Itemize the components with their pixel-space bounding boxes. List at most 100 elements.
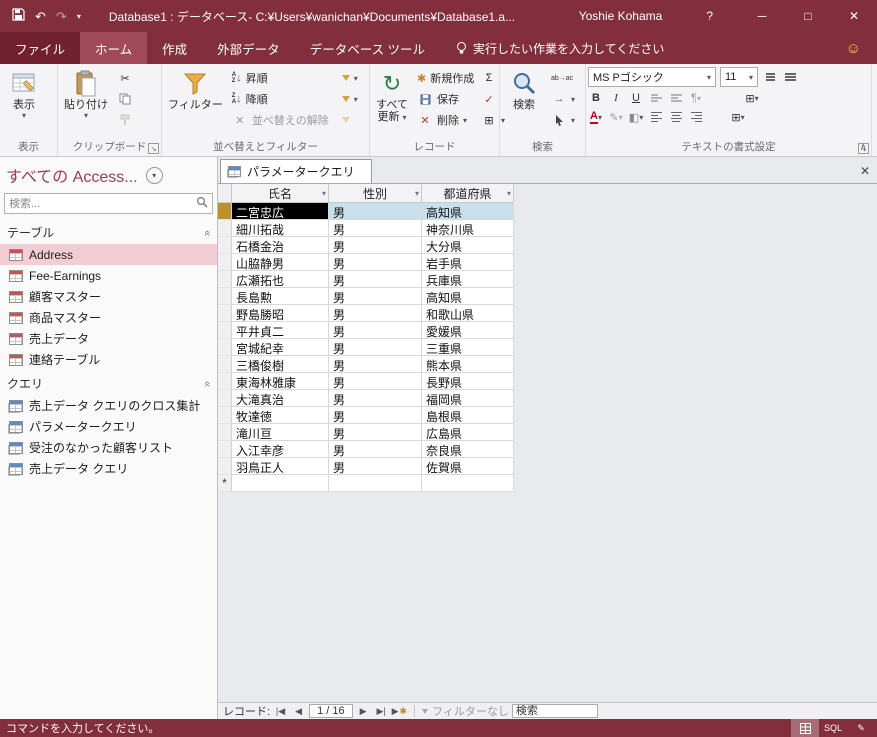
table-cell[interactable]: 大分県 bbox=[422, 237, 514, 254]
table-cell[interactable]: 兵庫県 bbox=[422, 271, 514, 288]
account-name[interactable]: Yoshie Kohama bbox=[579, 9, 663, 23]
tab-db-tools[interactable]: データベース ツール bbox=[295, 32, 440, 64]
help-icon[interactable]: ? bbox=[706, 9, 713, 23]
table-cell[interactable]: 男 bbox=[329, 441, 422, 458]
table-cell[interactable]: 男 bbox=[329, 424, 422, 441]
sidebar-item[interactable]: 売上データ bbox=[0, 328, 217, 349]
record-selector[interactable] bbox=[218, 339, 232, 356]
filter-status-button[interactable]: フィルターなし bbox=[422, 703, 509, 719]
table-cell[interactable]: 平井貞二 bbox=[232, 322, 329, 339]
table-cell[interactable]: 広瀬拓也 bbox=[232, 271, 329, 288]
column-filter-icon[interactable]: ▾ bbox=[415, 189, 419, 198]
tab-file[interactable]: ファイル bbox=[0, 32, 81, 64]
align-center-button[interactable] bbox=[668, 109, 684, 125]
remove-sort-button[interactable]: ✕ 並べ替えの解除 bbox=[229, 110, 337, 130]
sort-ascending-button[interactable]: A Z ↓ 昇順 bbox=[229, 68, 337, 88]
save-icon[interactable] bbox=[12, 8, 25, 24]
cut-button[interactable]: ✂ bbox=[114, 68, 136, 88]
table-cell[interactable]: 羽鳥正人 bbox=[232, 458, 329, 475]
increase-indent-button[interactable] bbox=[668, 90, 684, 106]
record-selector[interactable] bbox=[218, 441, 232, 458]
align-right-button[interactable] bbox=[688, 109, 704, 125]
table-cell[interactable]: 男 bbox=[329, 339, 422, 356]
table-cell[interactable]: 神奈川県 bbox=[422, 220, 514, 237]
maximize-button[interactable]: □ bbox=[785, 0, 831, 32]
table-cell[interactable]: 男 bbox=[329, 458, 422, 475]
document-tab-active[interactable]: パラメータークエリ bbox=[220, 159, 372, 183]
sidebar-item[interactable]: パラメータークエリ bbox=[0, 416, 217, 437]
undo-icon[interactable]: ↶ bbox=[35, 10, 46, 23]
tell-me-box[interactable]: 実行したい作業を入力してください bbox=[456, 32, 664, 64]
new-record-selector[interactable]: * bbox=[218, 475, 232, 492]
table-cell[interactable]: 佐賀県 bbox=[422, 458, 514, 475]
record-selector[interactable] bbox=[218, 458, 232, 475]
paste-dropdown-icon[interactable]: ▾ bbox=[84, 111, 88, 120]
first-record-button[interactable]: |◀ bbox=[273, 706, 288, 717]
section-collapse-icon[interactable]: « bbox=[201, 380, 213, 386]
refresh-all-button[interactable]: ↻ すべて 更新 ▾ bbox=[372, 66, 412, 123]
new-blank-record-button[interactable]: ▶ ✱ bbox=[392, 706, 407, 717]
table-cell[interactable]: 二宮忠広 bbox=[232, 203, 329, 220]
background-color-button[interactable]: ◧ ▾ bbox=[628, 109, 644, 125]
qat-customize-icon[interactable]: ▾ bbox=[77, 12, 81, 21]
table-cell[interactable]: 大滝真治 bbox=[232, 390, 329, 407]
find-button[interactable]: 検索 bbox=[502, 66, 546, 111]
table-cell[interactable]: 三橋俊樹 bbox=[232, 356, 329, 373]
table-cell[interactable]: 奈良県 bbox=[422, 441, 514, 458]
replace-button[interactable]: ab→ac bbox=[548, 68, 578, 88]
table-cell[interactable]: 男 bbox=[329, 203, 422, 220]
table-cell[interactable]: 男 bbox=[329, 220, 422, 237]
save-record-button[interactable]: 保存 bbox=[414, 89, 476, 109]
align-left-button[interactable] bbox=[648, 109, 664, 125]
close-button[interactable]: ✕ bbox=[831, 0, 877, 32]
table-cell[interactable]: 男 bbox=[329, 288, 422, 305]
sidebar-item[interactable]: 連絡テーブル bbox=[0, 349, 217, 370]
tab-home[interactable]: ホーム bbox=[80, 32, 148, 64]
record-selector[interactable] bbox=[218, 220, 232, 237]
table-cell[interactable]: 入江幸彦 bbox=[232, 441, 329, 458]
record-selector[interactable] bbox=[218, 322, 232, 339]
sidebar-item[interactable]: 受注のなかった顧客リスト bbox=[0, 437, 217, 458]
table-cell[interactable]: 滝川亘 bbox=[232, 424, 329, 441]
record-selector[interactable] bbox=[218, 390, 232, 407]
table-cell[interactable]: 野島勝昭 bbox=[232, 305, 329, 322]
record-selector[interactable] bbox=[218, 424, 232, 441]
underline-button[interactable]: U bbox=[628, 90, 644, 106]
table-cell[interactable]: 長野県 bbox=[422, 373, 514, 390]
highlight-color-button[interactable]: ✎ ▾ bbox=[608, 109, 624, 125]
section-collapse-icon[interactable]: « bbox=[201, 229, 213, 235]
column-filter-icon[interactable]: ▾ bbox=[507, 189, 511, 198]
table-cell[interactable]: 福岡県 bbox=[422, 390, 514, 407]
table-cell[interactable]: 男 bbox=[329, 322, 422, 339]
record-selector[interactable] bbox=[218, 288, 232, 305]
goto-button[interactable]: → ▾ bbox=[548, 89, 578, 109]
table-cell[interactable]: 高知県 bbox=[422, 203, 514, 220]
record-selector[interactable] bbox=[218, 237, 232, 254]
collapse-ribbon-button[interactable]: ∧ bbox=[860, 142, 867, 153]
clipboard-dialog-launcher[interactable]: ↘ bbox=[148, 143, 159, 154]
column-header[interactable]: 氏名 ▾ bbox=[232, 184, 329, 203]
view-button[interactable]: 表示 ▾ bbox=[2, 66, 46, 120]
tab-create[interactable]: 作成 bbox=[147, 32, 202, 64]
sql-view-button[interactable]: SQL bbox=[819, 719, 847, 737]
select-button[interactable]: ▾ bbox=[548, 110, 578, 130]
minimize-button[interactable]: ─ bbox=[739, 0, 785, 32]
table-cell[interactable]: 男 bbox=[329, 356, 422, 373]
sidebar-item[interactable]: 売上データ クエリ bbox=[0, 458, 217, 479]
filter-button[interactable]: フィルター bbox=[164, 66, 227, 111]
table-cell[interactable]: 宮城紀幸 bbox=[232, 339, 329, 356]
format-painter-button[interactable] bbox=[114, 110, 136, 130]
font-name-combo[interactable]: MS Pゴシック ▾ bbox=[588, 67, 716, 87]
record-search-input[interactable] bbox=[511, 704, 598, 718]
table-cell[interactable]: 男 bbox=[329, 390, 422, 407]
toggle-filter-button[interactable] bbox=[339, 110, 361, 130]
table-cell[interactable] bbox=[422, 475, 514, 492]
table-cell[interactable]: 熊本県 bbox=[422, 356, 514, 373]
table-cell[interactable]: 島根県 bbox=[422, 407, 514, 424]
last-record-button[interactable]: ▶| bbox=[374, 706, 389, 717]
table-cell[interactable]: 男 bbox=[329, 373, 422, 390]
nav-pane-header[interactable]: すべての Access... ▾ bbox=[0, 157, 217, 190]
table-cell[interactable]: 牧達徳 bbox=[232, 407, 329, 424]
record-selector[interactable] bbox=[218, 254, 232, 271]
sidebar-item[interactable]: 商品マスター bbox=[0, 307, 217, 328]
